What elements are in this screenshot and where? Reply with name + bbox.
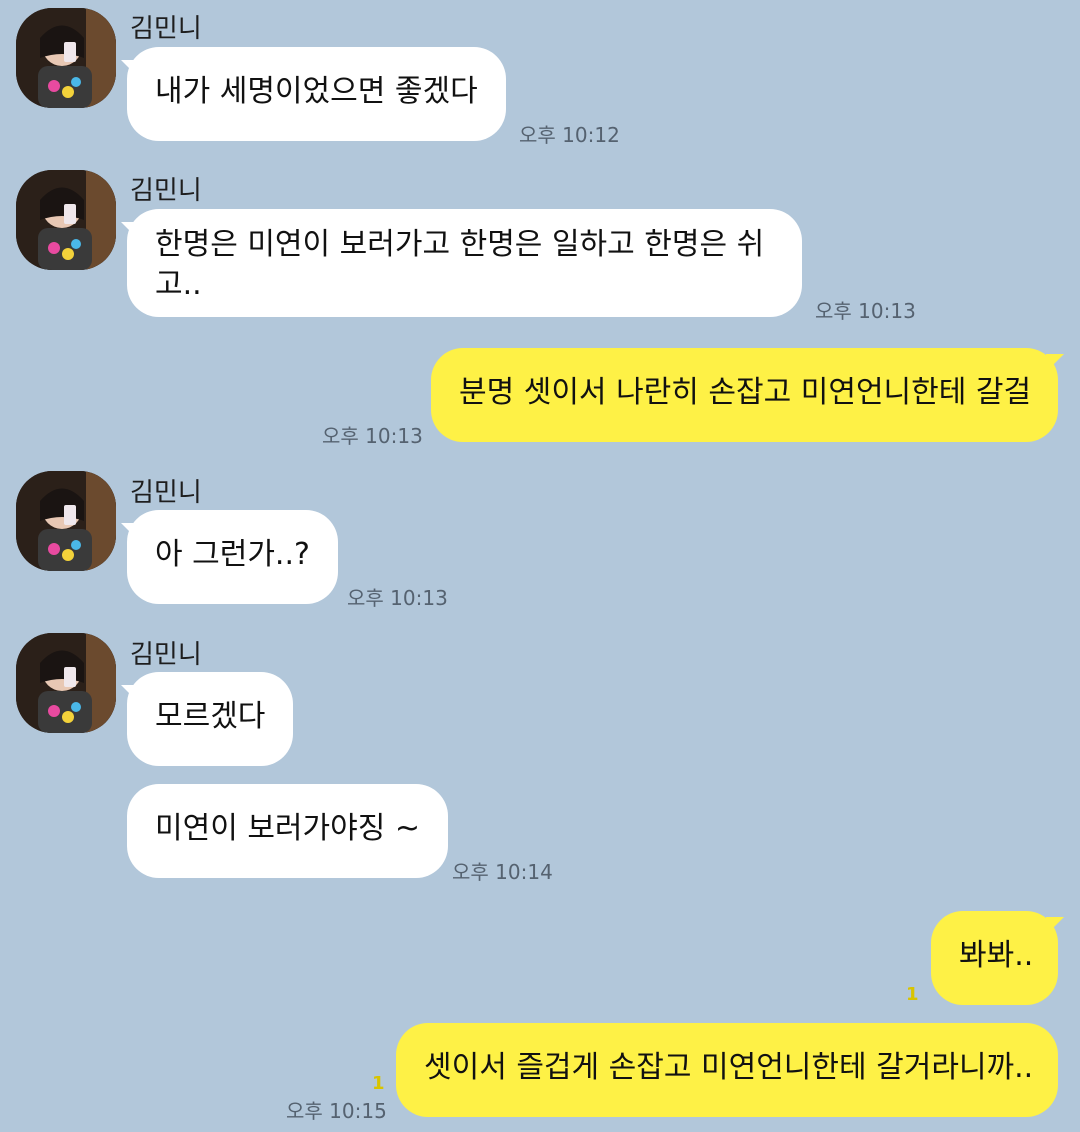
message-time: 오후 10:12 (519, 123, 620, 147)
message-bubble[interactable]: 봐봐.. (931, 911, 1058, 1005)
message-bubble[interactable]: 분명 셋이서 나란히 손잡고 미연언니한테 갈걸 (431, 348, 1058, 442)
avatar[interactable] (16, 8, 116, 108)
avatar[interactable] (16, 471, 116, 571)
sender-name: 김민니 (130, 640, 202, 670)
message-time: 오후 10:13 (322, 424, 423, 448)
unread-count: 1 (906, 984, 919, 1005)
avatar[interactable] (16, 633, 116, 733)
message-time: 오후 10:13 (347, 586, 448, 610)
message-time: 오후 10:14 (452, 860, 553, 884)
message-bubble[interactable]: 셋이서 즐겁게 손잡고 미연언니한테 갈거라니까.. (396, 1023, 1058, 1117)
message-bubble[interactable]: 아 그런가..? (127, 510, 338, 604)
avatar[interactable] (16, 170, 116, 270)
chat-room: 김민니 내가 세명이었으면 좋겠다 오후 10:12 김민니 한명은 미연이 보… (0, 0, 1080, 1132)
sender-name: 김민니 (130, 176, 202, 206)
sender-name: 김민니 (130, 478, 202, 508)
message-time: 오후 10:13 (815, 299, 916, 323)
message-bubble[interactable]: 한명은 미연이 보러가고 한명은 일하고 한명은 쉬고.. (127, 209, 802, 317)
message-time: 오후 10:15 (286, 1099, 387, 1123)
message-bubble[interactable]: 내가 세명이었으면 좋겠다 (127, 47, 506, 141)
message-bubble[interactable]: 모르겠다 (127, 672, 294, 766)
unread-count: 1 (372, 1073, 385, 1094)
message-bubble[interactable]: 미연이 보러가야징 ~ (127, 784, 449, 878)
sender-name: 김민니 (130, 14, 202, 44)
